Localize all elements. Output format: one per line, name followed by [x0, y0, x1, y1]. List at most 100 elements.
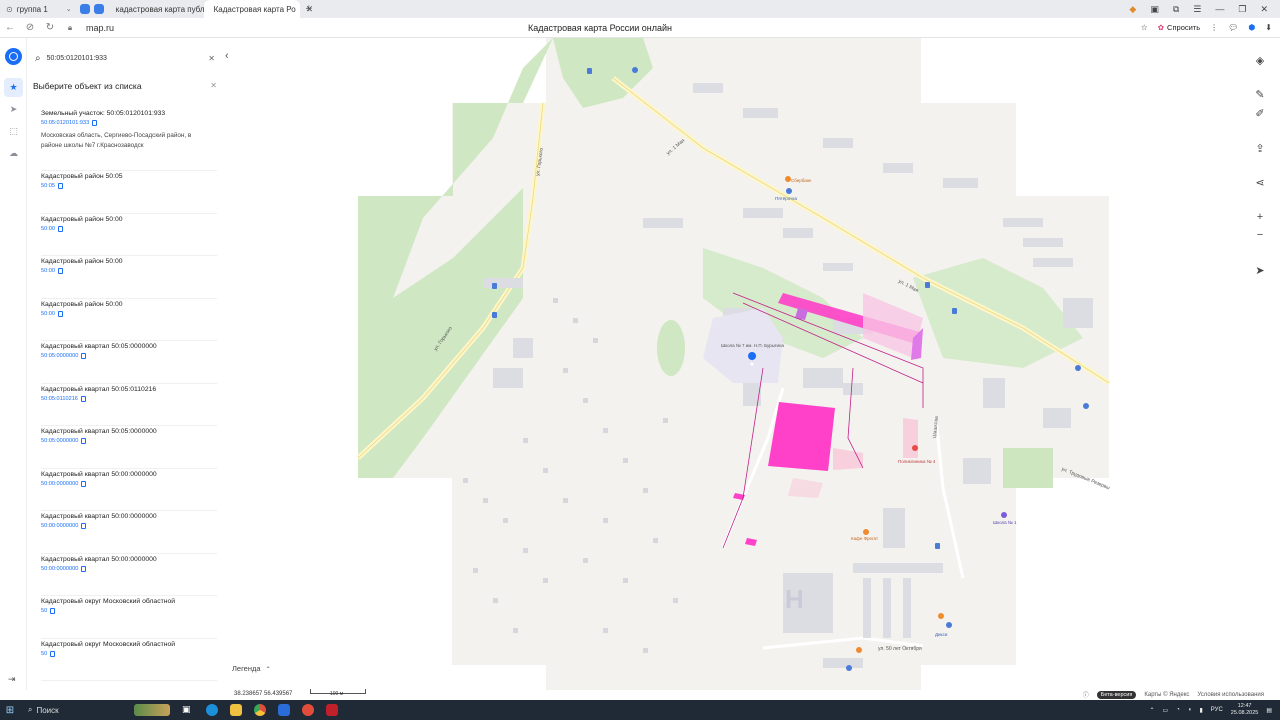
widgets-icon[interactable]: [134, 704, 170, 716]
close-window-icon[interactable]: ✕: [1260, 4, 1268, 15]
share-icon[interactable]: ⋖: [1248, 172, 1272, 192]
list-item-number[interactable]: 50:05: [41, 181, 217, 191]
extensions-icon[interactable]: ⬢: [1248, 23, 1255, 32]
copy-icon[interactable]: [80, 395, 86, 402]
cadastral-number[interactable]: 50:00:0000000: [41, 479, 78, 489]
list-item-number[interactable]: 50:00:0000000: [41, 521, 217, 531]
list-item[interactable]: Кадастровый квартал 50:05:0110216 50:05:…: [41, 384, 217, 426]
copy-icon[interactable]: [81, 565, 87, 572]
restore-icon[interactable]: ❐: [1238, 4, 1246, 15]
list-item-number[interactable]: 50:00: [41, 309, 217, 319]
layers-icon[interactable]: ◈: [1248, 50, 1272, 70]
cadastral-number[interactable]: 50:00: [41, 224, 55, 234]
chrome-icon[interactable]: [254, 704, 266, 716]
attribution[interactable]: Карты © Яндекс: [1144, 692, 1189, 698]
area-select-icon[interactable]: ⬚: [4, 122, 23, 141]
list-item-number[interactable]: 50: [41, 606, 217, 616]
url-field[interactable]: map.ru: [86, 23, 114, 33]
copy-icon[interactable]: [81, 480, 87, 487]
menu-icon[interactable]: ☰: [1193, 4, 1201, 15]
edge-icon[interactable]: [206, 704, 218, 716]
volume-icon[interactable]: ◖: [1188, 707, 1192, 713]
list-item[interactable]: Кадастровый квартал 50:00:0000000 50:00:…: [41, 554, 217, 596]
cadastral-number[interactable]: 50:05:0000000: [41, 351, 78, 361]
more-icon[interactable]: ⋮: [1210, 23, 1218, 32]
pinned-tab-icon[interactable]: [79, 4, 90, 14]
list-item[interactable]: Кадастровый район 50:00 50:00: [41, 256, 217, 299]
zoom-out-icon[interactable]: −: [1248, 225, 1272, 245]
app-logo-icon[interactable]: [5, 48, 22, 65]
cadastral-number[interactable]: 50:05:0110216: [41, 394, 78, 404]
pinned-tab-icon[interactable]: [93, 4, 104, 14]
cadastral-number[interactable]: 50:00: [41, 266, 55, 276]
beta-badge[interactable]: Бета-версия: [1096, 690, 1137, 699]
copy-icon[interactable]: [58, 310, 63, 317]
info-icon[interactable]: ⓘ: [1083, 690, 1089, 699]
copy-icon[interactable]: [92, 120, 98, 126]
list-item[interactable]: Кадастровый район 50:00 50:00: [41, 214, 217, 256]
map-tiles[interactable]: H ул. Горького ул. Горького ул. 1 Мая ул…: [223, 38, 1280, 690]
forward-icon[interactable]: ⊘: [20, 22, 40, 33]
ruler-icon[interactable]: ✎: [1248, 84, 1272, 104]
cadastral-number[interactable]: 50:00:0000000: [41, 564, 78, 574]
battery-icon[interactable]: ▮: [1199, 707, 1202, 714]
selected-parcel[interactable]: [768, 402, 835, 471]
windows-start-icon[interactable]: ⊞: [0, 705, 20, 716]
parcel[interactable]: [903, 418, 918, 458]
copy-icon[interactable]: [58, 225, 63, 232]
tab-cadastral-map[interactable]: Кадастровая карта Ро ✕: [203, 0, 313, 18]
cadastral-number[interactable]: 50:05:0000000: [41, 436, 78, 446]
legend-button[interactable]: Легенда ⌃: [232, 664, 271, 673]
list-item[interactable]: Кадастровый район 50:00 50:00: [41, 299, 217, 341]
list-item-number[interactable]: 50:05:0000000: [41, 351, 217, 361]
cadastral-number[interactable]: 50:05: [41, 181, 55, 191]
copy-icon[interactable]: [58, 183, 63, 189]
list-item[interactable]: Кадастровый округ Московский областной 5…: [41, 639, 217, 681]
collections-icon[interactable]: ▣: [1150, 4, 1159, 15]
app-icon[interactable]: [278, 704, 290, 716]
list-item[interactable]: Кадастровый квартал 50:00:0000000 50:00:…: [41, 511, 217, 554]
list-item-number[interactable]: 50:05:0120101:933: [41, 118, 217, 128]
cadastral-number[interactable]: 50:05:0120101:933: [41, 118, 89, 128]
logout-icon[interactable]: ⇥: [8, 674, 16, 685]
list-item-number[interactable]: 50:00: [41, 224, 217, 234]
shield-icon[interactable]: ◆: [1129, 4, 1136, 15]
downloads-icon[interactable]: ⬇: [1265, 23, 1272, 32]
cadastral-number[interactable]: 50:00:0000000: [41, 521, 78, 531]
tab-cadastral-search[interactable]: кадастровая карта публ: [106, 0, 205, 18]
list-item-number[interactable]: 50:00: [41, 266, 217, 276]
list-item-number[interactable]: 50:00:0000000: [41, 479, 217, 489]
list-item-number[interactable]: 50: [41, 649, 217, 659]
cadastral-number[interactable]: 50:00: [41, 309, 55, 319]
upload-icon[interactable]: ⇪: [1248, 138, 1272, 158]
cadastral-number[interactable]: 50: [41, 606, 47, 616]
clear-search-icon[interactable]: ✕: [208, 54, 215, 63]
copy-icon[interactable]: [81, 523, 87, 529]
search-box[interactable]: ⌕ 50:05:0120101:933 ✕: [35, 50, 215, 66]
list-item-number[interactable]: 50:00:0000000: [41, 564, 217, 574]
language-indicator[interactable]: РУС: [1211, 707, 1223, 713]
list-item[interactable]: Кадастровый округ Московский областной 5…: [41, 596, 217, 639]
taskbar-search[interactable]: ⌕ Поиск: [28, 705, 128, 715]
terms-link[interactable]: Условия использования: [1197, 692, 1264, 698]
geolocation-icon[interactable]: ➤: [1248, 260, 1272, 280]
location-icon[interactable]: ➤: [4, 100, 23, 119]
notifications-icon[interactable]: ▤: [1266, 707, 1272, 714]
copy-icon[interactable]: [50, 650, 56, 657]
list-item[interactable]: Земельный участок: 50:05:0120101:933 50:…: [41, 108, 217, 171]
tab-group-1[interactable]: ⊙ группа 1 ⌄: [0, 0, 78, 18]
chevron-up-icon[interactable]: ⌃: [1150, 707, 1155, 714]
list-item[interactable]: Кадастровый квартал 50:05:0000000 50:05:…: [41, 426, 217, 469]
list-item[interactable]: Кадастровый район 50:05 50:05: [41, 171, 217, 214]
collapse-panel-icon[interactable]: ‹: [225, 50, 229, 62]
new-tab-icon[interactable]: +: [306, 3, 312, 15]
lock-icon[interactable]: 🔒︎: [60, 23, 80, 33]
copy-icon[interactable]: [58, 268, 63, 274]
ask-button[interactable]: ✿ Спросить: [1158, 23, 1200, 32]
list-item-number[interactable]: 50:05:0000000: [41, 436, 217, 446]
copy-icon[interactable]: [81, 353, 87, 359]
clock[interactable]: 12:47 25.08.2025: [1231, 703, 1259, 717]
chat-icon[interactable]: 💬︎: [1228, 23, 1238, 32]
reload-icon[interactable]: ↻: [40, 22, 60, 33]
map-canvas[interactable]: H ул. Горького ул. Горького ул. 1 Мая ул…: [223, 38, 1280, 690]
